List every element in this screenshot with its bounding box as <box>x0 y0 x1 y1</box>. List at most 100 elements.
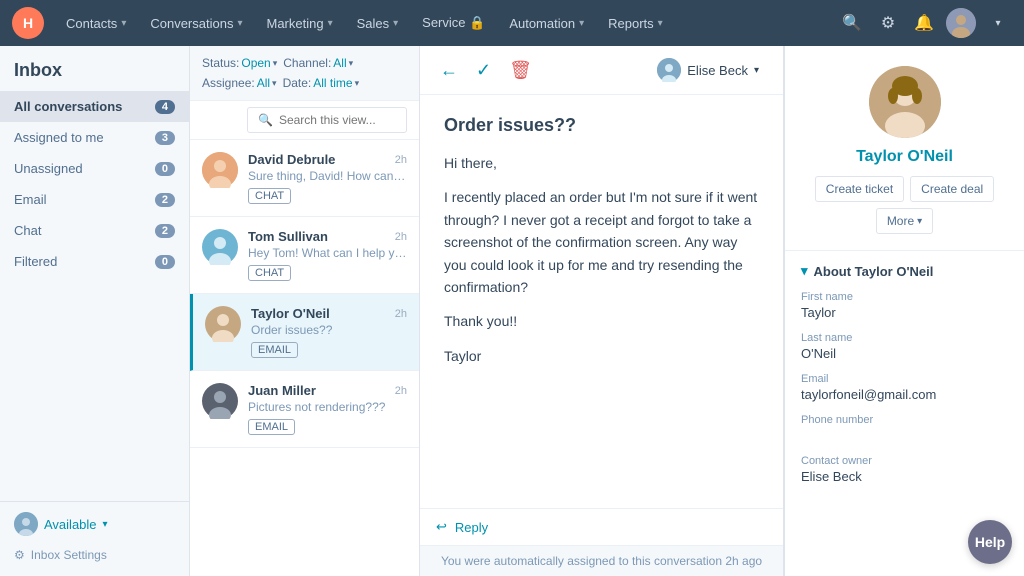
email-para-1: Hi there, <box>444 152 759 174</box>
conv-tag: CHAT <box>248 188 291 204</box>
account-chevron-icon[interactable]: ▾ <box>984 9 1012 37</box>
field-label: Phone number <box>801 414 1008 426</box>
conv-body: Order issues?? Hi there, I recently plac… <box>420 95 783 508</box>
contact-field-owner: Contact owner Elise Beck <box>801 455 1008 484</box>
sidebar-label: Assigned to me <box>14 130 155 145</box>
search-input[interactable] <box>279 113 396 127</box>
conv-preview: Sure thing, David! How can I help? <box>248 169 407 183</box>
avatar <box>202 229 238 265</box>
conv-item-taylor-oneil[interactable]: Taylor O'Neil 2h Order issues?? EMAIL <box>190 294 419 371</box>
conv-item-tom-sullivan[interactable]: Tom Sullivan 2h Hey Tom! What can I help… <box>190 217 419 294</box>
sidebar-label: Filtered <box>14 254 155 269</box>
sidebar-item-email[interactable]: Email 2 <box>0 184 189 215</box>
sidebar-badge: 0 <box>155 162 175 176</box>
search-box[interactable]: 🔍 <box>247 107 407 133</box>
contact-actions: Create ticket Create deal More ▾ <box>801 176 1008 234</box>
sidebar-item-all-conversations[interactable]: All conversations 4 <box>0 91 189 122</box>
chevron-down-icon: ▾ <box>273 58 278 69</box>
conv-name: David Debrule <box>248 152 335 167</box>
contact-section-header[interactable]: ▾ About Taylor O'Neil <box>801 263 1008 279</box>
status-filter-value: Open <box>241 56 270 70</box>
conv-content: David Debrule 2h Sure thing, David! How … <box>248 152 407 204</box>
inbox-title: Inbox <box>14 60 175 81</box>
nav-service[interactable]: Service 🔒 <box>412 9 495 37</box>
contact-field-first-name: First name Taylor <box>801 291 1008 320</box>
right-panel: Taylor O'Neil Create ticket Create deal … <box>784 46 1024 576</box>
conv-tag: EMAIL <box>251 342 298 358</box>
chevron-down-icon: ▾ <box>237 18 242 29</box>
contact-field-email: Email taylorfoneil@gmail.com <box>801 373 1008 402</box>
check-icon[interactable]: ✓ <box>472 56 495 85</box>
search-icon[interactable]: 🔍 <box>838 9 866 37</box>
help-label: Help <box>975 534 1005 550</box>
hubspot-logo[interactable]: H <box>12 7 44 39</box>
notifications-icon[interactable]: 🔔 <box>910 9 938 37</box>
channel-filter[interactable]: Channel: All ▾ <box>283 56 353 70</box>
reply-bar[interactable]: ↩ Reply <box>420 508 783 545</box>
nav-contacts[interactable]: Contacts ▾ <box>56 10 136 37</box>
assignee-filter[interactable]: Assignee: All ▾ <box>202 76 277 90</box>
conv-time: 2h <box>395 385 407 397</box>
sidebar-item-filtered[interactable]: Filtered 0 <box>0 246 189 277</box>
avatar <box>202 383 238 419</box>
email-para-3: Thank you!! <box>444 310 759 332</box>
conv-filters: Status: Open ▾ Channel: All ▾ Assignee: … <box>190 46 419 101</box>
more-button[interactable]: More ▾ <box>876 208 933 234</box>
available-status[interactable]: Available ▾ <box>14 512 175 536</box>
conv-item-juan-miller[interactable]: Juan Miller 2h Pictures not rendering???… <box>190 371 419 448</box>
conversation-items: David Debrule 2h Sure thing, David! How … <box>190 140 419 576</box>
nav-reports[interactable]: Reports ▾ <box>598 10 673 37</box>
chevron-down-icon: ▾ <box>349 58 354 69</box>
status-filter[interactable]: Status: Open ▾ <box>202 56 277 70</box>
inbox-settings-link[interactable]: ⚙ Inbox Settings <box>14 544 175 566</box>
sidebar-item-chat[interactable]: Chat 2 <box>0 215 189 246</box>
field-value: O'Neil <box>801 346 1008 361</box>
channel-filter-value: All <box>333 56 346 70</box>
chevron-down-icon: ▾ <box>355 78 360 89</box>
avatar <box>202 152 238 188</box>
settings-icon[interactable]: ⚙ <box>874 9 902 37</box>
conversation-list: Status: Open ▾ Channel: All ▾ Assignee: … <box>190 46 420 576</box>
conv-content: Juan Miller 2h Pictures not rendering???… <box>248 383 407 435</box>
nav-marketing[interactable]: Marketing ▾ <box>256 10 342 37</box>
field-label: Email <box>801 373 1008 385</box>
conv-item-david-debrule[interactable]: David Debrule 2h Sure thing, David! How … <box>190 140 419 217</box>
avatar <box>205 306 241 342</box>
create-deal-button[interactable]: Create deal <box>910 176 994 202</box>
help-button[interactable]: Help <box>968 520 1012 564</box>
conv-top: Juan Miller 2h <box>248 383 407 398</box>
email-subject: Order issues?? <box>444 115 759 136</box>
sidebar-label: Chat <box>14 223 155 238</box>
conv-preview: Order issues?? <box>251 323 407 337</box>
chevron-down-icon: ▾ <box>121 18 126 29</box>
contact-section-about: ▾ About Taylor O'Neil First name Taylor … <box>785 251 1024 508</box>
conversation-main: ← ✓ 🗑 Elise Beck ▾ Order issues?? Hi <box>420 46 784 576</box>
nav-icons: 🔍 ⚙ 🔔 ▾ <box>838 8 1012 38</box>
create-ticket-button[interactable]: Create ticket <box>815 176 904 202</box>
conv-time: 2h <box>395 308 407 320</box>
conv-preview: Pictures not rendering??? <box>248 400 407 414</box>
user-avatar[interactable] <box>946 8 976 38</box>
sidebar-nav: All conversations 4 Assigned to me 3 Una… <box>0 91 189 501</box>
chevron-down-icon: ▾ <box>658 18 663 29</box>
sidebar-item-assigned-to-me[interactable]: Assigned to me 3 <box>0 122 189 153</box>
settings-label: Inbox Settings <box>31 548 107 562</box>
date-filter[interactable]: Date: All time ▾ <box>283 76 360 90</box>
status-filter-label: Status: <box>202 56 239 70</box>
conv-content: Tom Sullivan 2h Hey Tom! What can I help… <box>248 229 407 281</box>
sidebar-label: Unassigned <box>14 161 155 176</box>
field-label: Last name <box>801 332 1008 344</box>
nav-automation[interactable]: Automation ▾ <box>499 10 594 37</box>
contact-avatar-large <box>869 66 941 138</box>
conv-name: Juan Miller <box>248 383 316 398</box>
nav-sales[interactable]: Sales ▾ <box>347 10 409 37</box>
trash-icon[interactable]: 🗑 <box>505 56 536 85</box>
back-arrow-icon[interactable]: ← <box>436 56 462 85</box>
sidebar-item-unassigned[interactable]: Unassigned 0 <box>0 153 189 184</box>
field-label: First name <box>801 291 1008 303</box>
sidebar-badge: 0 <box>155 255 175 269</box>
chevron-down-icon: ▾ <box>754 65 759 76</box>
assignee-selector[interactable]: Elise Beck ▾ <box>649 54 767 86</box>
nav-conversations[interactable]: Conversations ▾ <box>140 10 252 37</box>
chevron-down-icon: ▾ <box>801 263 808 279</box>
